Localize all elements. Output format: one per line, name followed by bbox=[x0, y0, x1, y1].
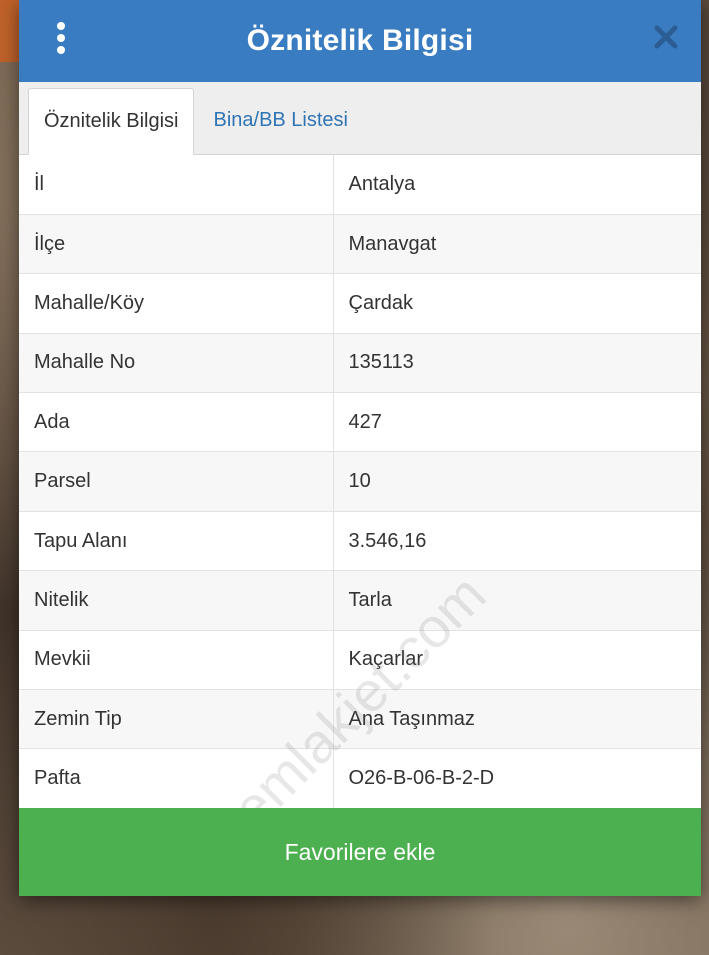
tab-attribute-info[interactable]: Öznitelik Bilgisi bbox=[28, 88, 195, 155]
attribute-key: Mevkii bbox=[19, 630, 334, 691]
attribute-key: Parsel bbox=[19, 451, 334, 512]
attribute-info-dialog: Öznitelik Bilgisi Öznitelik Bilgisi Bina… bbox=[19, 0, 701, 896]
attribute-value: Ana Taşınmaz bbox=[333, 689, 701, 750]
attribute-table-container: İl Antalya İlçe Manavgat Mahalle/Köy Çardak Ma… bbox=[19, 155, 701, 808]
attribute-value: 10 bbox=[333, 451, 701, 512]
close-icon[interactable] bbox=[653, 24, 679, 50]
attribute-value: Tarla bbox=[333, 570, 701, 631]
dialog-header: Öznitelik Bilgisi bbox=[19, 0, 701, 82]
attribute-value: 135113 bbox=[333, 333, 701, 394]
table-row: Mevkii Kaçarlar bbox=[19, 630, 701, 691]
attribute-key: Tapu Alanı bbox=[19, 511, 334, 572]
attribute-value: 427 bbox=[333, 392, 701, 453]
dialog-title: Öznitelik Bilgisi bbox=[246, 24, 474, 57]
attribute-key: Ada bbox=[19, 392, 334, 453]
table-row: Tapu Alanı 3.546,16 bbox=[19, 511, 701, 572]
tab-bar: Öznitelik Bilgisi Bina/BB Listesi bbox=[19, 82, 701, 155]
attribute-table: İl Antalya İlçe Manavgat Mahalle/Köy Çardak Ma… bbox=[19, 155, 701, 808]
attribute-key: İl bbox=[19, 155, 334, 215]
table-row: Zemin Tip Ana Taşınmaz bbox=[19, 689, 701, 750]
attribute-value: Manavgat bbox=[333, 214, 701, 275]
attribute-key: Zemin Tip bbox=[19, 689, 334, 750]
attribute-key: Mahalle No bbox=[19, 333, 334, 394]
table-row: Parsel 10 bbox=[19, 451, 701, 512]
attribute-value: O26-B-06-B-2-D bbox=[333, 748, 701, 808]
attribute-key: Nitelik bbox=[19, 570, 334, 631]
attribute-key: Mahalle/Köy bbox=[19, 273, 334, 334]
attribute-value: Çardak bbox=[333, 273, 701, 334]
vertical-dots-icon[interactable] bbox=[55, 22, 67, 54]
table-row: İlçe Manavgat bbox=[19, 214, 701, 275]
table-row: İl Antalya bbox=[19, 155, 701, 215]
attribute-value: 3.546,16 bbox=[333, 511, 701, 572]
attribute-key: İlçe bbox=[19, 214, 334, 275]
tab-building-list[interactable]: Bina/BB Listesi bbox=[194, 87, 363, 154]
attribute-value: Kaçarlar bbox=[333, 630, 701, 691]
add-to-favorites-button[interactable]: Favorilere ekle bbox=[19, 808, 701, 896]
table-row: Pafta O26-B-06-B-2-D bbox=[19, 748, 701, 808]
attribute-value: Antalya bbox=[333, 155, 701, 215]
table-row: Nitelik Tarla bbox=[19, 570, 701, 631]
attribute-key: Pafta bbox=[19, 748, 334, 808]
table-row: Ada 427 bbox=[19, 392, 701, 453]
table-row: Mahalle No 135113 bbox=[19, 333, 701, 394]
table-row: Mahalle/Köy Çardak bbox=[19, 273, 701, 334]
